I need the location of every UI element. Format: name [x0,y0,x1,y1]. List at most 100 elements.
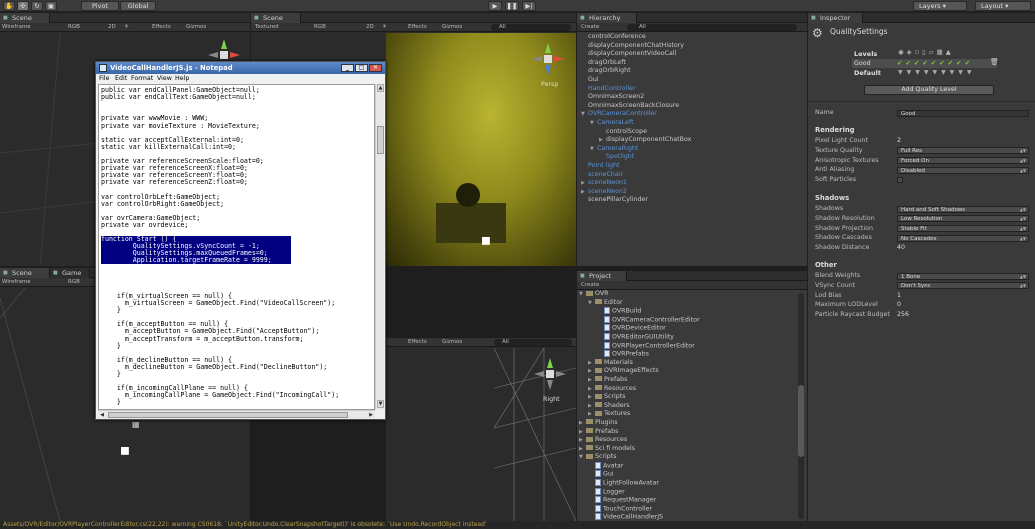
scroll-up-arrow-icon[interactable]: ▲ [377,84,384,92]
scene-br-search-input[interactable]: All [494,339,572,346]
dropdown-field[interactable]: Stable Fit ▲▼ [897,225,1029,233]
tree-arrow-icon[interactable]: ▶ [588,367,595,376]
notepad-titlebar[interactable]: VideoCallHandlerJS.js - Notepad _ □ ✕ [96,62,385,74]
project-item[interactable]: ▶ Materials [577,359,795,368]
project-item[interactable]: ▶ Plugins [577,419,795,428]
project-item[interactable]: ▶ OVRImageEffects [577,367,795,376]
hierarchy-item[interactable]: Spotlight [577,153,807,162]
project-item[interactable]: TouchController [577,504,795,514]
notepad-scroll-thumb[interactable] [377,126,384,154]
hierarchy-item[interactable]: ▶ sceneNeon1 [577,179,807,188]
hierarchy-item[interactable]: ▶ displayComponentChatBox [577,136,807,145]
hierarchy-item[interactable]: Gui [577,76,807,85]
hierarchy-item[interactable]: displayComponentChatHistory [577,42,807,51]
rgb-dropdown-tr[interactable]: RGB [314,23,326,32]
hand-tool-button[interactable]: ✋ [3,1,15,11]
tab-hierarchy[interactable]: Hierarchy [577,13,637,23]
project-item[interactable]: OVRBuild [577,307,795,316]
tree-arrow-icon[interactable]: ▶ [588,359,595,368]
quality-level-good-row[interactable]: Good ✔✔✔✔✔✔✔✔✔ [852,59,997,68]
scroll-right-arrow-icon[interactable]: ▶ [367,411,375,419]
project-item[interactable]: Gui [577,470,795,479]
project-item[interactable]: ▶ Resources [577,436,795,445]
number-field[interactable]: 40 [897,243,905,253]
project-item[interactable]: ▶ Textures [577,410,795,419]
project-item[interactable]: ▼ Scripts [577,453,795,462]
project-item[interactable]: RequestManager [577,496,795,505]
light-icon[interactable]: ☀ [382,23,387,32]
effects-dropdown-br[interactable]: Effects [408,338,427,347]
play-button[interactable]: ▶ [488,1,502,11]
layout-dropdown[interactable]: Layout ▾ [975,1,1031,11]
tab-scene-tl[interactable]: Scene [0,13,50,23]
effects-dropdown[interactable]: Effects [152,23,171,32]
tree-arrow-icon[interactable]: ▼ [581,110,588,119]
tree-arrow-icon[interactable]: ▶ [599,136,606,145]
default-level-dropdowns[interactable]: ▼▼▼▼▼▼▼▼▼ [898,69,976,76]
hierarchy-item[interactable]: ▼ CameraRight [577,145,807,154]
project-item[interactable]: ▼ Editor [577,299,795,308]
tree-arrow-icon[interactable]: ▼ [588,299,595,308]
project-item[interactable]: OVRPrefabs [577,350,795,359]
gizmos-dropdown-tr[interactable]: Gizmos [442,23,462,32]
hierarchy-item[interactable]: ▶ sceneNeon2 [577,188,807,197]
tree-arrow-icon[interactable]: ▶ [581,179,588,188]
console-status-bar[interactable]: Assets/OVR/Editor/OVRPlayerControllerEdi… [0,521,1035,529]
hierarchy-item[interactable]: Point light [577,162,807,171]
scene-view-bottomright[interactable]: Effects Gizmos All Right [386,338,576,521]
tab-project[interactable]: Project [577,271,627,281]
gizmos-dropdown-br[interactable]: Gizmos [442,338,462,347]
hierarchy-search-input[interactable]: All [627,24,797,31]
rotate-tool-button[interactable]: ↻ [31,1,43,11]
tree-arrow-icon[interactable]: ▼ [590,145,597,154]
tab-scene-bl[interactable]: Scene [0,268,50,278]
tree-arrow-icon[interactable]: ▶ [588,410,595,419]
hierarchy-item[interactable]: OmnimaxScreen2 [577,93,807,102]
hierarchy-item[interactable]: dragOrbLeft [577,59,807,68]
layers-dropdown[interactable]: Layers ▾ [913,1,967,11]
tree-arrow-icon[interactable]: ▶ [579,445,586,454]
menu-format[interactable]: Format [131,74,153,83]
tree-arrow-icon[interactable]: ▶ [581,188,588,197]
light-icon[interactable]: ☀ [124,23,129,32]
hierarchy-item[interactable]: controlConference [577,33,807,42]
project-item[interactable]: Avatar [577,461,795,471]
hierarchy-item[interactable]: dragOrbRight [577,67,807,76]
project-item[interactable]: LightFollowAvatar [577,479,795,488]
notepad-hscrollbar[interactable]: ◀ ▶ [98,410,375,419]
hierarchy-item[interactable]: displayComponentVideoCall [577,50,807,59]
menu-help[interactable]: Help [175,74,189,83]
number-field[interactable]: 0 [897,300,901,310]
project-item[interactable]: Logger [577,487,795,497]
draw-mode-dropdown-bl[interactable]: Wireframe [2,278,31,287]
draw-mode-dropdown[interactable]: Wireframe [2,23,31,32]
project-item[interactable]: OVRDeviceEditor [577,324,795,333]
hierarchy-item[interactable]: ▼ CameraLeft [577,119,807,128]
project-item[interactable]: ▼ OVR [577,290,795,299]
gizmos-dropdown[interactable]: Gizmos [186,23,206,32]
tree-arrow-icon[interactable]: ▶ [588,402,595,411]
hierarchy-create-dropdown[interactable]: Create [581,23,599,32]
dropdown-field[interactable]: No Cascades ▲▼ [897,234,1029,242]
project-create-dropdown[interactable]: Create [581,281,599,290]
tree-arrow-icon[interactable]: ▼ [590,119,597,128]
tree-arrow-icon[interactable]: ▼ [579,453,586,462]
name-field[interactable]: Good [897,109,1029,117]
hierarchy-item[interactable]: HandController [577,85,807,94]
notepad-hscroll-thumb[interactable] [108,412,348,418]
tree-arrow-icon[interactable]: ▶ [588,393,595,402]
scene-search-input[interactable]: All [491,24,571,31]
notepad-vscrollbar[interactable]: ▲ ▼ [375,84,384,410]
project-item[interactable]: OVRCameraControllerEditor [577,315,795,325]
project-item[interactable]: ▶ Shaders [577,402,795,411]
scene-gizmo-icon[interactable] [532,356,568,392]
scene-gizmo-icon[interactable] [530,41,566,77]
project-item[interactable]: ▶ Prefabs [577,428,795,437]
dropdown-field[interactable]: Disabled ▲▼ [897,166,1029,174]
hierarchy-item[interactable]: sceneChair [577,171,807,180]
dropdown-field[interactable]: 1 Bone ▲▼ [897,272,1029,280]
project-item[interactable]: ▶ Resources [577,385,795,394]
mode-2d-toggle-tr[interactable]: 2D [366,23,374,32]
dropdown-field[interactable]: Low Resolution ▲▼ [897,215,1029,223]
tab-scene-tr[interactable]: Scene [251,13,301,23]
